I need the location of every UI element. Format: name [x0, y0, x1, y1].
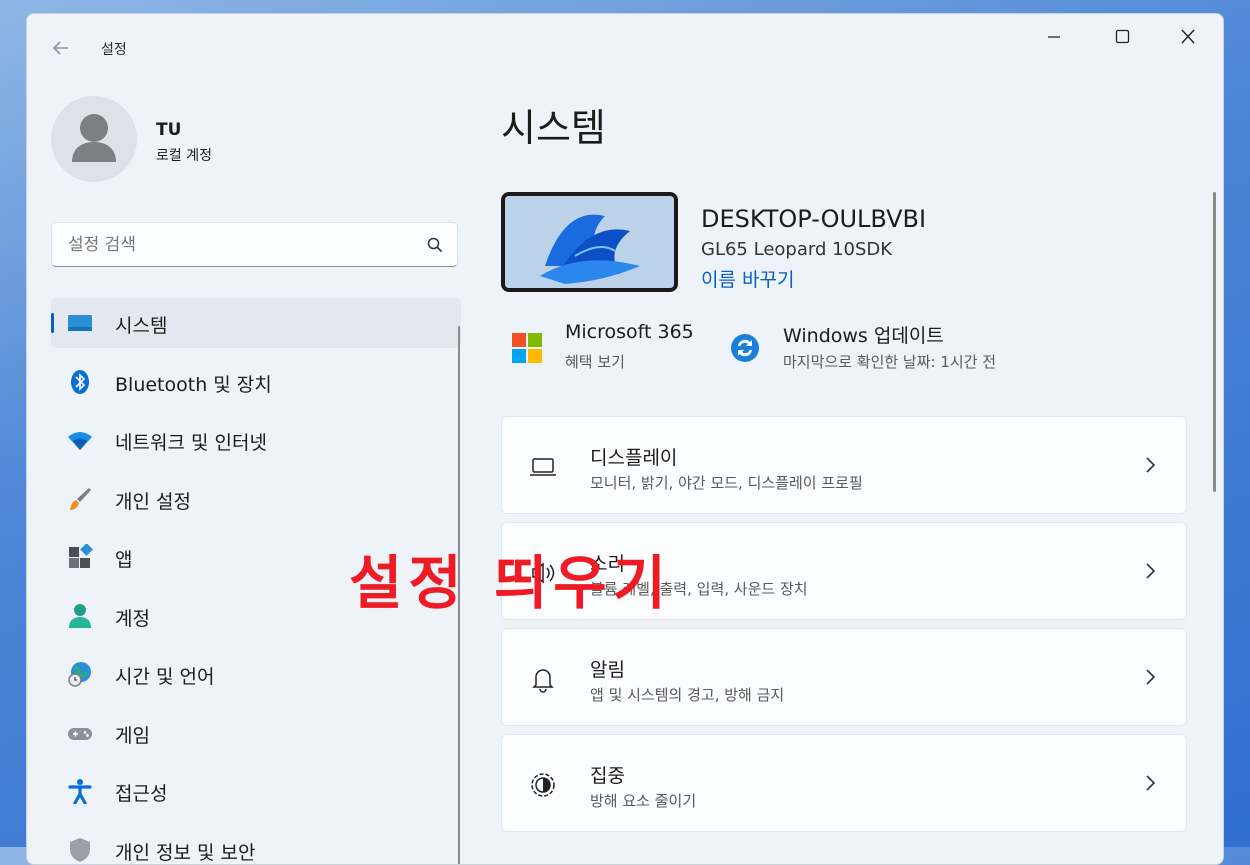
- sidebar-item-accessibility[interactable]: 접근성: [51, 766, 461, 816]
- bluetooth-icon: [67, 369, 93, 395]
- active-indicator: [51, 313, 54, 333]
- maximize-button[interactable]: [1105, 24, 1139, 50]
- card-subtitle: 방해 요소 줄이기: [590, 790, 696, 811]
- wifi-icon: [67, 427, 93, 453]
- search-icon[interactable]: [426, 236, 444, 254]
- search-box[interactable]: [51, 222, 458, 267]
- shield-icon: [67, 837, 93, 863]
- settings-window: 설정 TU 로컬 계정 시스템: [26, 13, 1224, 865]
- sidebar-item-personalization[interactable]: 개인 설정: [51, 474, 461, 524]
- sidebar-item-privacy[interactable]: 개인 정보 및 보안: [51, 825, 461, 865]
- back-arrow-icon[interactable]: [51, 38, 71, 58]
- card-title: 알림: [590, 655, 625, 682]
- search-input[interactable]: [66, 232, 410, 258]
- chevron-right-icon: [1142, 454, 1158, 476]
- user-silhouette-icon: [51, 96, 137, 182]
- brush-icon: [67, 486, 93, 512]
- card-subtitle: 앱 및 시스템의 경고, 방해 금지: [590, 684, 784, 705]
- sidebar-item-label: 접근성: [115, 779, 167, 806]
- quick-subtitle: 혜택 보기: [565, 351, 625, 372]
- sidebar-item-system[interactable]: 시스템: [51, 298, 461, 348]
- avatar[interactable]: [51, 96, 137, 182]
- display-icon: [529, 453, 557, 481]
- windows-update-icon: [729, 332, 761, 364]
- windows-update-tile[interactable]: Windows 업데이트 마지막으로 확인한 날짜: 1시간 전: [729, 319, 1069, 379]
- content-scrollbar[interactable]: [1213, 192, 1216, 492]
- sidebar-item-label: 앱: [115, 545, 132, 572]
- sidebar-item-time-language[interactable]: 시간 및 언어: [51, 649, 461, 699]
- globe-clock-icon: [67, 661, 93, 687]
- device-image: [501, 192, 678, 292]
- bell-icon: [529, 665, 557, 693]
- quick-subtitle: 마지막으로 확인한 날짜: 1시간 전: [783, 351, 996, 372]
- sidebar-item-label: 개인 설정: [115, 487, 191, 514]
- sidebar-item-label: Bluetooth 및 장치: [115, 370, 272, 397]
- annotation-caption: 설정 띄우기: [349, 536, 672, 620]
- sidebar-item-label: 네트워크 및 인터넷: [115, 428, 267, 455]
- sidebar-item-bluetooth[interactable]: Bluetooth 및 장치: [51, 357, 461, 407]
- minimize-button[interactable]: [1037, 24, 1071, 50]
- chevron-right-icon: [1142, 772, 1158, 794]
- page-title: 시스템: [501, 97, 606, 152]
- quick-title: Windows 업데이트: [783, 321, 944, 348]
- chevron-right-icon: [1142, 560, 1158, 582]
- card-focus[interactable]: 집중 방해 요소 줄이기: [501, 734, 1187, 832]
- sidebar-item-network[interactable]: 네트워크 및 인터넷: [51, 415, 461, 465]
- sidebar-item-label: 개인 정보 및 보안: [115, 838, 255, 865]
- device-name: DESKTOP-OULBVBI: [701, 205, 926, 233]
- apps-icon: [67, 544, 93, 570]
- account-icon: [67, 603, 93, 629]
- sidebar-item-gaming[interactable]: 게임: [51, 708, 461, 758]
- accessibility-icon: [67, 778, 93, 804]
- card-display[interactable]: 디스플레이 모니터, 밝기, 야간 모드, 디스플레이 프로필: [501, 416, 1187, 514]
- window-title: 설정: [101, 39, 127, 59]
- card-subtitle: 모니터, 밝기, 야간 모드, 디스플레이 프로필: [590, 472, 863, 493]
- microsoft-logo-icon: [511, 332, 543, 364]
- card-notifications[interactable]: 알림 앱 및 시스템의 경고, 방해 금지: [501, 628, 1187, 726]
- sidebar-item-label: 시스템: [115, 311, 167, 338]
- system-icon: [67, 310, 93, 336]
- sidebar-item-label: 계정: [115, 604, 150, 631]
- user-account-type: 로컬 계정: [156, 145, 212, 165]
- quick-title: Microsoft 365: [565, 321, 694, 343]
- settings-cards: 디스플레이 모니터, 밝기, 야간 모드, 디스플레이 프로필 소리 볼륨 레벨…: [501, 416, 1187, 840]
- focus-icon: [529, 771, 557, 799]
- microsoft-365-tile[interactable]: Microsoft 365 혜택 보기: [511, 319, 721, 379]
- close-button[interactable]: [1171, 24, 1205, 50]
- device-model: GL65 Leopard 10SDK: [701, 239, 892, 260]
- user-name: TU: [156, 120, 181, 140]
- card-title: 디스플레이: [590, 443, 677, 470]
- sidebar-item-label: 시간 및 언어: [115, 662, 214, 689]
- chevron-right-icon: [1142, 666, 1158, 688]
- gamepad-icon: [67, 720, 93, 746]
- windows-bloom-icon: [505, 196, 674, 288]
- card-title: 집중: [590, 761, 625, 788]
- sidebar-item-label: 게임: [115, 721, 150, 748]
- rename-link[interactable]: 이름 바꾸기: [701, 265, 794, 292]
- title-bar: 설정: [27, 14, 1223, 84]
